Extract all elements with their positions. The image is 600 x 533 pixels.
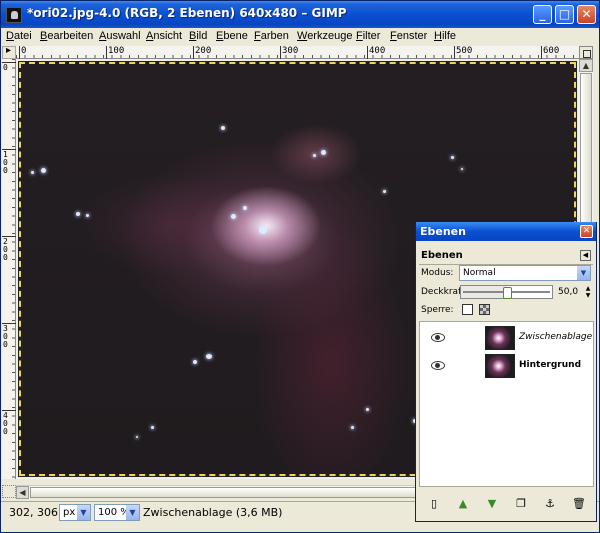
raise-layer-icon[interactable]: ▲	[456, 497, 470, 511]
dock-title: Ebenen	[420, 225, 466, 238]
navigate-button[interactable]	[579, 46, 593, 59]
ruler-label: 100	[108, 46, 125, 56]
menu-bar: Datei Bearbeiten Auswahl Ansicht Bild Eb…	[1, 28, 599, 46]
mode-select[interactable]: Normal ▼	[459, 265, 591, 281]
opacity-handle[interactable]	[503, 287, 512, 299]
star	[321, 150, 326, 155]
lock-pixels-checkbox[interactable]	[462, 304, 473, 315]
chevron-down-icon[interactable]: ▼	[126, 505, 139, 520]
star	[366, 408, 369, 411]
ruler-label: 200	[195, 46, 212, 56]
lock-label: Sperre:	[421, 305, 454, 315]
ruler-label: 400	[3, 411, 8, 436]
window-title: *ori02.jpg-4.0 (RGB, 2 Ebenen) 640x480 –…	[27, 6, 347, 20]
menu-fenster[interactable]: Fenster	[390, 30, 427, 42]
ruler-label: 0	[21, 46, 27, 56]
menu-datei[interactable]: Datei	[6, 30, 32, 42]
horizontal-ruler[interactable]: 0 100 200 300 400 500 600	[16, 46, 579, 59]
layer-thumbnail	[485, 326, 515, 350]
star	[31, 171, 34, 174]
menu-bild[interactable]: Bild	[189, 30, 207, 42]
tab-menu-icon[interactable]: ◀	[580, 250, 591, 261]
vertical-ruler[interactable]: 0 100 200 300 400	[2, 59, 16, 479]
ruler-label: 300	[282, 46, 299, 56]
pointer-coordinates: 302, 306	[9, 506, 58, 519]
menu-bearbeiten[interactable]: Bearbeiten	[40, 30, 93, 42]
menu-farben[interactable]: Farben	[254, 30, 289, 42]
star	[243, 206, 247, 210]
dock-title-bar[interactable]: Ebenen ✕	[416, 222, 596, 241]
unit-value: px	[63, 507, 76, 518]
menu-ebene[interactable]: Ebene	[216, 30, 248, 42]
lower-layer-icon[interactable]: ▼	[485, 497, 499, 511]
star	[41, 168, 46, 173]
opacity-slider[interactable]	[460, 285, 553, 299]
mode-label: Modus:	[421, 268, 454, 278]
star	[383, 190, 386, 193]
star	[193, 360, 197, 364]
scroll-left-icon[interactable]: ◀	[16, 486, 29, 499]
duplicate-layer-icon[interactable]: ❐	[514, 497, 528, 511]
chevron-down-icon[interactable]: ▼	[77, 505, 90, 520]
zoom-value: 100 %	[98, 507, 130, 518]
delete-layer-icon[interactable]: 🗑	[572, 497, 586, 511]
zoom-select[interactable]: 100 % ▼	[94, 504, 140, 521]
minimize-button[interactable]: _	[533, 5, 552, 24]
mode-value: Normal	[463, 268, 496, 278]
ruler-label: 500	[456, 46, 473, 56]
star	[231, 214, 236, 219]
ruler-label: 400	[369, 46, 386, 56]
menu-ansicht[interactable]: Ansicht	[146, 30, 182, 42]
opacity-spinner-icon[interactable]: ▲ ▼	[584, 285, 592, 299]
layer-row-hintergrund[interactable]: Hintergrund	[420, 353, 593, 379]
gimp-app-icon[interactable]	[6, 7, 22, 23]
star	[86, 214, 89, 217]
lock-alpha-icon[interactable]	[479, 304, 490, 315]
eye-icon[interactable]	[431, 333, 445, 342]
layers-dock-window: Ebenen ✕ Ebenen ◀ Modus: Normal ▼ Deckkr…	[415, 222, 597, 522]
menu-auswahl[interactable]: Auswahl	[99, 30, 141, 42]
ruler-label: 300	[3, 324, 8, 349]
anchor-layer-icon[interactable]: ⚓	[543, 497, 557, 511]
status-message: Zwischenablage (3,6 MB)	[143, 506, 283, 519]
maximize-button[interactable]: □	[555, 5, 574, 24]
star	[76, 212, 80, 216]
star	[221, 126, 225, 130]
menu-werkzeuge[interactable]: Werkzeuge	[297, 30, 352, 42]
menu-hilfe[interactable]: Hilfe	[434, 30, 456, 42]
quick-mask-toggle[interactable]	[2, 485, 16, 498]
close-button[interactable]: ✕	[577, 5, 596, 24]
eye-icon[interactable]	[431, 361, 445, 370]
star	[461, 168, 463, 170]
star	[451, 156, 454, 159]
chevron-down-icon[interactable]: ▼	[577, 266, 590, 280]
tab-layers[interactable]: Ebenen	[421, 250, 463, 261]
star	[151, 426, 154, 429]
ruler-label: 100	[3, 150, 8, 175]
scroll-up-icon[interactable]: ▲	[579, 59, 593, 72]
ruler-label: 200	[3, 237, 8, 262]
star	[206, 354, 212, 359]
ruler-label: 0	[3, 63, 8, 72]
star	[351, 426, 354, 429]
star	[259, 226, 267, 234]
star	[136, 436, 138, 438]
layer-name[interactable]: Zwischenablage	[519, 332, 592, 342]
star	[313, 154, 316, 157]
ruler-menu-button[interactable]	[2, 45, 16, 59]
layer-name[interactable]: Hintergrund	[519, 360, 581, 370]
title-bar[interactable]: *ori02.jpg-4.0 (RGB, 2 Ebenen) 640x480 –…	[1, 1, 599, 28]
ruler-label: 600	[543, 46, 560, 56]
dock-close-button[interactable]: ✕	[580, 225, 593, 238]
layer-thumbnail	[485, 354, 515, 378]
layer-row-zwischenablage[interactable]: Zwischenablage	[420, 325, 593, 351]
menu-filter[interactable]: Filter	[356, 30, 380, 42]
new-layer-icon[interactable]: ▯	[427, 497, 441, 511]
unit-select[interactable]: px ▼	[59, 504, 91, 521]
layer-list[interactable]: Zwischenablage Hintergrund	[419, 321, 594, 487]
